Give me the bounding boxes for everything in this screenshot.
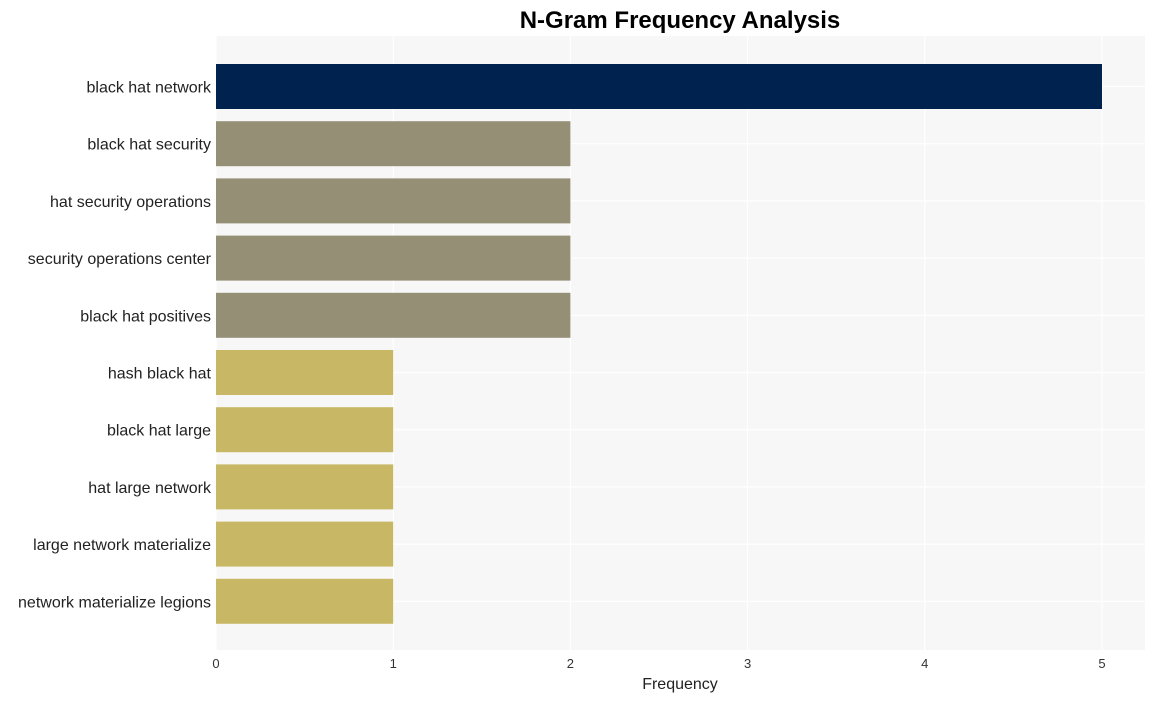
y-tick-label: black hat security [87, 137, 211, 154]
y-tick-label: hat large network [88, 480, 212, 497]
y-tick-label: hat security operations [50, 194, 211, 211]
bar-large-network-materialize [216, 521, 394, 567]
bar-black-hat-network [216, 64, 1102, 109]
bar-black-hat-positives [216, 292, 571, 338]
y-tick-label: security operations center [28, 251, 212, 268]
bar-hat-large-network [216, 464, 394, 510]
bar-security-operations-center [216, 235, 571, 281]
x-tick-label: 2 [567, 656, 574, 671]
chart-title: N-Gram Frequency Analysis [520, 7, 841, 34]
x-tick-label: 3 [744, 656, 751, 671]
ngram-bar-chart: black hat network black hat security hat s… [18, 7, 1145, 693]
bar-hash-black-hat [216, 350, 394, 395]
x-axis-ticks: 0 1 2 3 4 5 [212, 656, 1105, 671]
x-tick-label: 4 [921, 656, 928, 671]
bar-black-hat-security [216, 121, 571, 167]
y-tick-label: black hat large [107, 423, 211, 440]
y-tick-label: black hat network [86, 80, 212, 97]
y-tick-label: network materialize legions [18, 594, 211, 611]
y-tick-label: black hat positives [80, 308, 211, 325]
bar-network-materialize-legions [216, 578, 394, 624]
x-axis-label: Frequency [642, 676, 718, 693]
bar-black-hat-large [216, 407, 394, 453]
y-tick-label: hash black hat [108, 366, 212, 383]
bar-hat-security-operations [216, 178, 571, 224]
x-tick-label: 1 [390, 656, 397, 671]
y-axis-labels: black hat network black hat security hat s… [18, 80, 212, 612]
x-tick-label: 0 [212, 656, 219, 671]
x-tick-label: 5 [1098, 656, 1105, 671]
y-tick-label: large network materialize [33, 537, 211, 554]
